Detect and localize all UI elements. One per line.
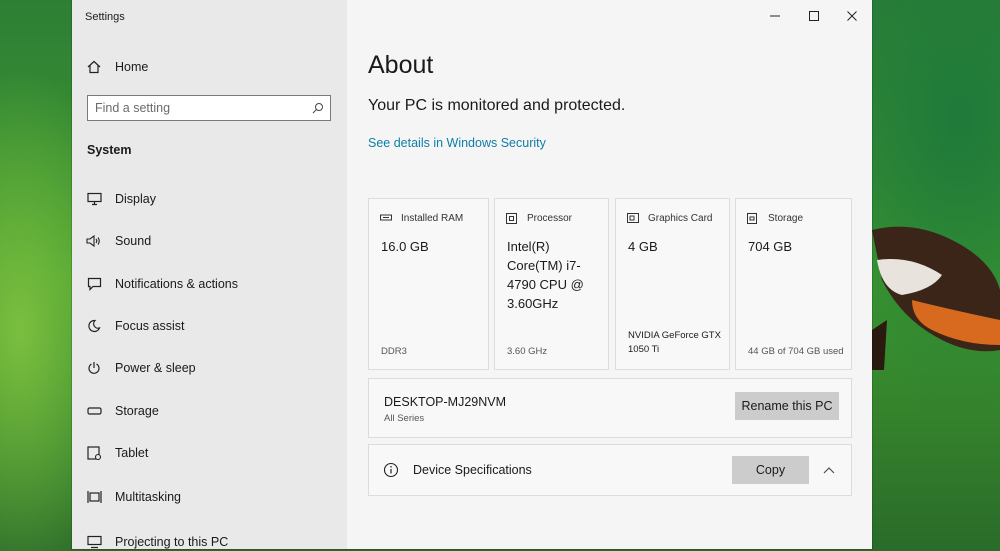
sidebar-item-label: Notifications & actions <box>115 277 238 291</box>
memory-icon <box>380 212 394 224</box>
device-specifications-panel[interactable]: Device Specifications Copy <box>368 444 852 496</box>
card-value: 704 GB <box>748 239 793 254</box>
sidebar-item-label: Storage <box>115 404 159 418</box>
card-value: 4 GB <box>628 239 658 254</box>
card-model: NVIDIA GeForce GTX 1050 Ti <box>628 330 721 355</box>
sidebar-item-power-sleep[interactable]: Power & sleep <box>72 348 347 388</box>
minimize-icon <box>770 15 780 17</box>
projecting-icon <box>86 534 102 549</box>
monitor-icon <box>86 191 102 207</box>
power-icon <box>86 360 102 376</box>
card-sub: 44 GB of 704 GB used <box>748 346 844 357</box>
search-placeholder: Find a setting <box>95 101 171 115</box>
close-icon <box>847 11 857 21</box>
sidebar-item-label: Multitasking <box>115 490 181 504</box>
sidebar-item-projecting[interactable]: Projecting to this PC <box>72 522 347 549</box>
chevron-up-icon[interactable] <box>823 463 835 481</box>
device-specifications-label: Device Specifications <box>413 463 532 477</box>
copy-button[interactable]: Copy <box>732 456 809 484</box>
storage-card: Storage 704 GB 44 GB of 704 GB used <box>735 198 852 370</box>
card-header: Storage <box>747 212 803 224</box>
info-icon <box>383 462 399 483</box>
maximize-button[interactable] <box>803 6 825 26</box>
sidebar-item-focus-assist[interactable]: Focus assist <box>72 306 347 346</box>
main-content: About Your PC is monitored and protected… <box>347 0 872 549</box>
section-header-system: System <box>87 143 132 157</box>
sidebar-item-notifications[interactable]: Notifications & actions <box>72 264 347 304</box>
sidebar-item-tablet[interactable]: Tablet <box>72 433 347 473</box>
multitasking-icon <box>86 489 102 505</box>
sidebar-item-label: Projecting to this PC <box>115 535 229 549</box>
card-header: Processor <box>506 212 572 224</box>
sidebar-item-label: Sound <box>115 234 152 248</box>
sidebar-item-label: Display <box>115 192 156 206</box>
card-label: Processor <box>527 212 573 224</box>
page-title: About <box>368 51 434 79</box>
sidebar-item-home[interactable]: Home <box>72 47 347 87</box>
storage-drive-icon <box>747 212 761 224</box>
card-label: Storage <box>768 212 804 224</box>
sidebar-item-multitasking[interactable]: Multitasking <box>72 477 347 517</box>
moon-icon <box>86 318 102 334</box>
notification-icon <box>86 276 102 292</box>
ram-card: Installed RAM 16.0 GB DDR3 <box>368 198 489 370</box>
sidebar-item-label: Focus assist <box>115 319 185 333</box>
sidebar-item-storage[interactable]: Storage <box>72 391 347 431</box>
close-button[interactable] <box>841 6 863 26</box>
sidebar-item-label: Power & sleep <box>115 361 196 375</box>
maximize-icon <box>809 11 819 21</box>
pc-name-panel: DESKTOP-MJ29NVM All Series Rename this P… <box>368 378 852 438</box>
minimize-button[interactable] <box>764 6 786 26</box>
search-icon <box>312 101 324 119</box>
sidebar: Settings Home Find a setting System Disp… <box>72 0 347 549</box>
card-sub: 3.60 GHz <box>507 346 548 357</box>
pc-model: All Series <box>384 413 425 424</box>
speaker-icon <box>86 233 102 249</box>
card-header: Graphics Card <box>627 212 712 224</box>
card-value: 16.0 GB <box>381 239 429 254</box>
sidebar-item-display[interactable]: Display <box>72 179 347 219</box>
card-header: Installed RAM <box>380 212 463 224</box>
sidebar-item-label: Tablet <box>115 446 149 460</box>
card-sub: DDR3 <box>381 346 407 357</box>
settings-window: Settings Home Find a setting System Disp… <box>72 0 872 549</box>
sidebar-item-sound[interactable]: Sound <box>72 221 347 261</box>
processor-icon <box>506 212 520 224</box>
sidebar-item-label: Home <box>115 60 149 74</box>
card-label: Installed RAM <box>401 212 464 224</box>
search-input[interactable]: Find a setting <box>87 95 331 121</box>
storage-icon <box>86 403 102 419</box>
card-value: Intel(R) Core(TM) i7-4790 CPU @ 3.60GHz <box>507 239 584 311</box>
app-title: Settings <box>85 11 125 23</box>
rename-pc-button[interactable]: Rename this PC <box>735 392 839 420</box>
pc-name: DESKTOP-MJ29NVM <box>384 395 507 409</box>
windows-security-link[interactable]: See details in Windows Security <box>368 136 546 150</box>
home-icon <box>86 59 102 75</box>
graphics-card: Graphics Card 4 GB NVIDIA GeForce GTX 10… <box>615 198 730 370</box>
wallpaper-bird-image <box>872 226 1000 370</box>
card-label: Graphics Card <box>648 212 713 224</box>
graphics-card-icon <box>627 212 641 224</box>
protection-status: Your PC is monitored and protected. <box>368 97 626 114</box>
tablet-icon <box>86 445 102 461</box>
processor-card: Processor Intel(R) Core(TM) i7-4790 CPU … <box>494 198 609 370</box>
